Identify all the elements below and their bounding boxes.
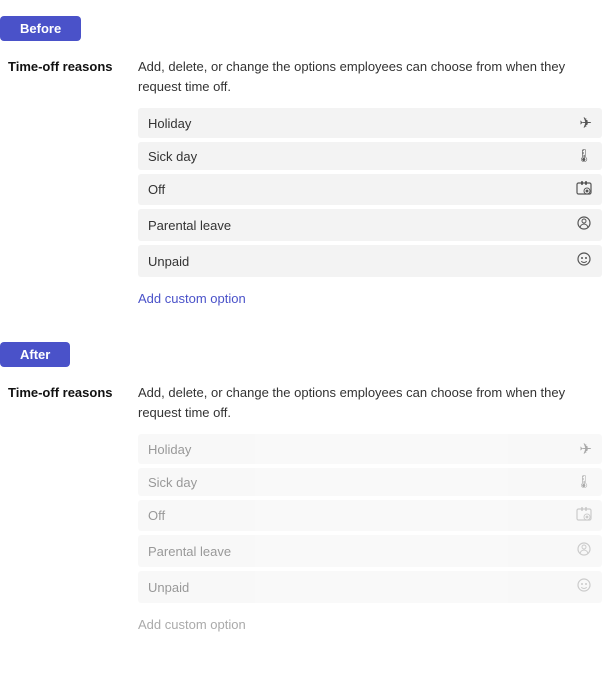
before-option-list: Holiday ✈ Sick day 🌡 Off <box>138 108 602 277</box>
before-add-custom-link[interactable]: Add custom option <box>138 291 246 306</box>
before-option-holiday-icon: ✈ <box>579 114 592 132</box>
after-option-off: Off <box>138 500 602 531</box>
after-option-off-text: Off <box>148 508 165 523</box>
after-option-unpaid-icon <box>576 577 592 597</box>
before-option-off[interactable]: Off <box>138 174 602 205</box>
before-option-off-text: Off <box>148 182 165 197</box>
after-option-parental-leave-icon <box>576 541 592 561</box>
after-option-parental-leave-text: Parental leave <box>148 544 231 559</box>
after-add-custom-link: Add custom option <box>138 617 246 632</box>
before-option-parental-leave[interactable]: Parental leave <box>138 209 602 241</box>
before-option-holiday-text: Holiday <box>148 116 191 131</box>
before-option-sick-day-text: Sick day <box>148 149 197 164</box>
before-option-unpaid[interactable]: Unpaid <box>138 245 602 277</box>
before-option-sick-day[interactable]: Sick day 🌡 <box>138 142 602 170</box>
before-option-unpaid-icon <box>576 251 592 271</box>
before-description: Add, delete, or change the options emplo… <box>138 57 602 96</box>
after-header: After <box>0 342 70 367</box>
before-label: Time-off reasons <box>8 57 138 74</box>
before-option-holiday[interactable]: Holiday ✈ <box>138 108 602 138</box>
after-content: Add, delete, or change the options emplo… <box>138 383 602 632</box>
after-option-holiday-text: Holiday <box>148 442 191 457</box>
after-section: After Time-off reasons Add, delete, or c… <box>0 326 610 652</box>
after-description: Add, delete, or change the options emplo… <box>138 383 602 422</box>
after-option-unpaid-text: Unpaid <box>148 580 189 595</box>
after-option-unpaid: Unpaid <box>138 571 602 603</box>
after-option-parental-leave: Parental leave <box>138 535 602 567</box>
after-option-holiday-icon: ✈ <box>579 440 592 458</box>
before-option-parental-leave-text: Parental leave <box>148 218 231 233</box>
after-option-list: Holiday ✈ Sick day 🌡 Off <box>138 434 602 603</box>
before-content: Add, delete, or change the options emplo… <box>138 57 602 306</box>
before-option-off-icon <box>576 180 592 199</box>
before-section: Before Time-off reasons Add, delete, or … <box>0 0 610 326</box>
after-option-sick-day-text: Sick day <box>148 475 197 490</box>
before-row: Time-off reasons Add, delete, or change … <box>0 57 610 306</box>
after-option-off-icon <box>576 506 592 525</box>
before-option-parental-leave-icon <box>576 215 592 235</box>
after-option-holiday: Holiday ✈ <box>138 434 602 464</box>
before-option-sick-day-icon: 🌡 <box>575 148 592 164</box>
before-header: Before <box>0 16 81 41</box>
after-label: Time-off reasons <box>8 383 138 400</box>
after-option-sick-day-icon: 🌡 <box>575 474 592 490</box>
after-row: Time-off reasons Add, delete, or change … <box>0 383 610 632</box>
before-option-unpaid-text: Unpaid <box>148 254 189 269</box>
after-option-sick-day: Sick day 🌡 <box>138 468 602 496</box>
